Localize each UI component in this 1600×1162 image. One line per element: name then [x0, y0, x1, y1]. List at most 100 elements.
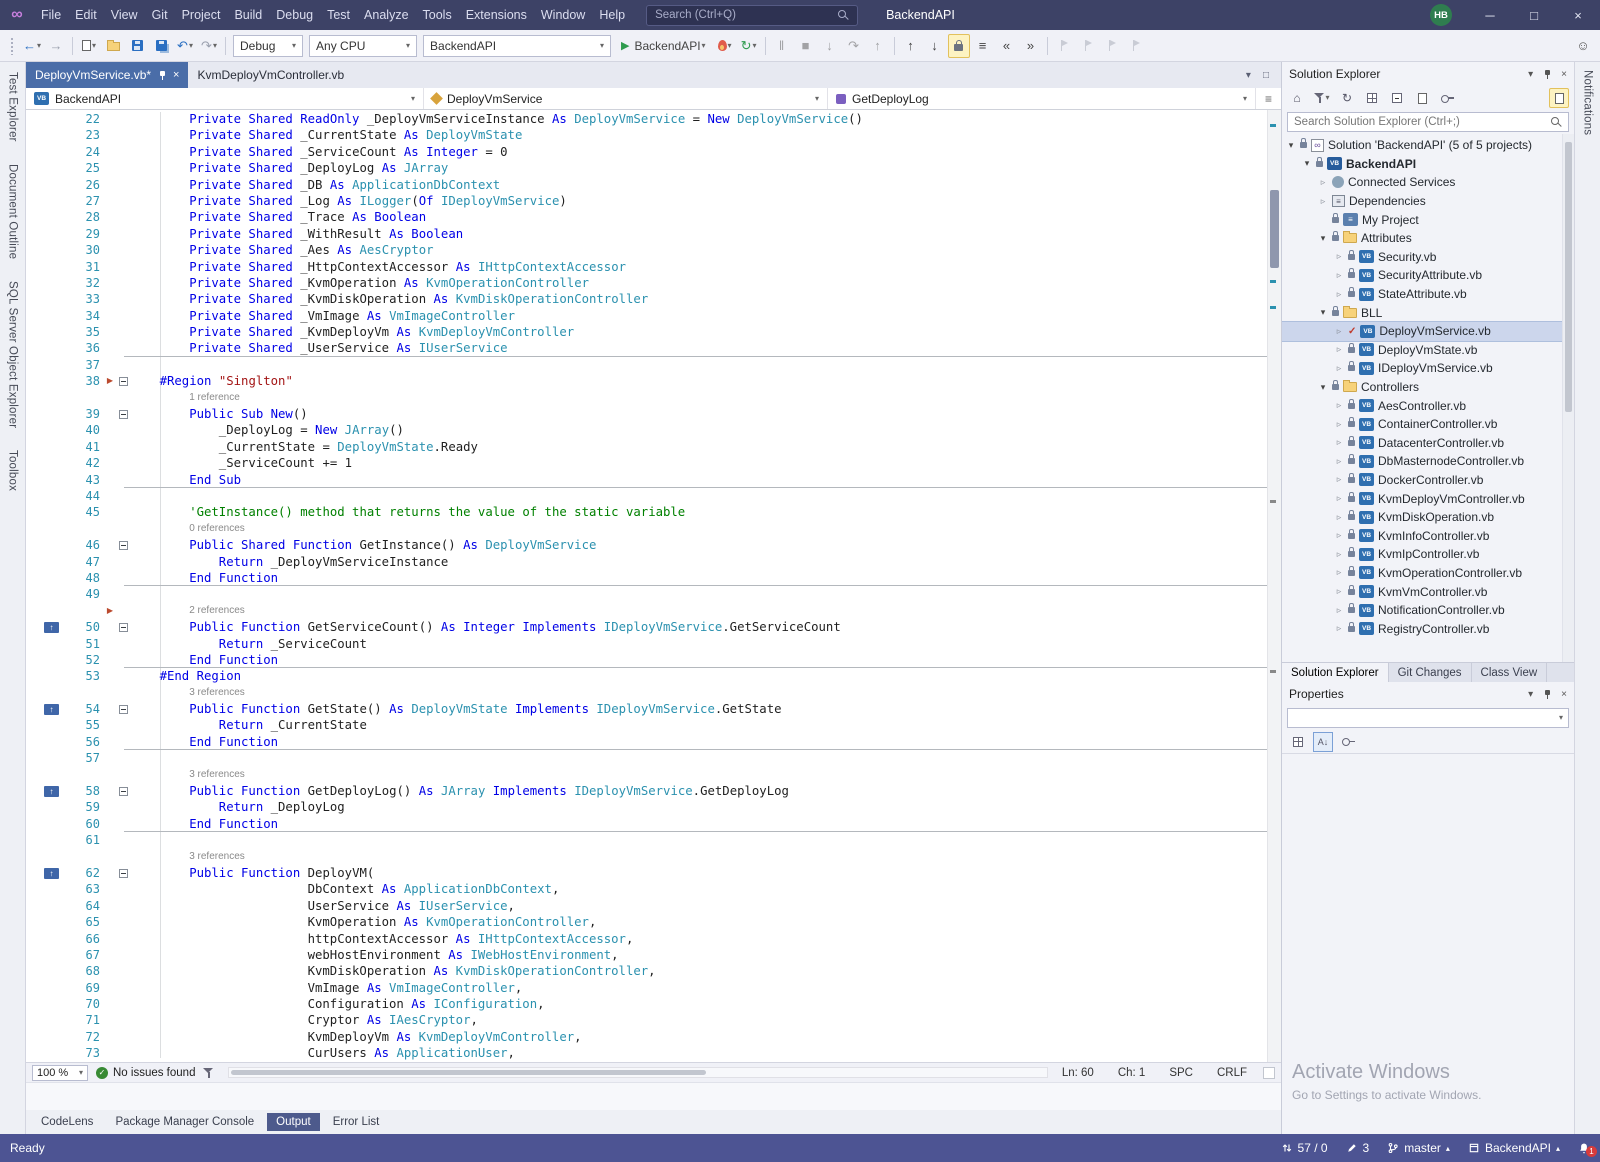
new-file-icon[interactable]: ▾	[78, 34, 100, 58]
codelens-row[interactable]: 0 references	[42, 521, 1267, 537]
pending-changes-filter-icon[interactable]: ▾	[1312, 88, 1332, 108]
collapse-icon[interactable]	[119, 705, 128, 714]
code-line[interactable]: 52End Function	[42, 652, 1267, 668]
code-line[interactable]: 65KvmOperation As KvmOperationController…	[42, 914, 1267, 930]
navigate-backward-icon[interactable]: ←▾	[21, 34, 43, 58]
code-line[interactable]: 73CurUsers As ApplicationUser,	[42, 1045, 1267, 1061]
expander-icon[interactable]: ▹	[1334, 326, 1344, 337]
tree-item-kvmoperationcontroller-vb[interactable]: ▹VBKvmOperationController.vb	[1282, 564, 1574, 583]
menu-help[interactable]: Help	[592, 4, 632, 26]
git-branch[interactable]: master▴	[1387, 1141, 1450, 1155]
start-debugging-button[interactable]: ▶BackendAPI▾	[615, 34, 712, 58]
expander-icon[interactable]: ▹	[1334, 400, 1344, 411]
alphabetical-sort-icon[interactable]: A↓	[1313, 732, 1333, 752]
collapse-icon[interactable]	[119, 410, 128, 419]
line-ending-indicator[interactable]: CRLF	[1217, 1067, 1247, 1079]
codelens-row[interactable]: 1 reference	[42, 390, 1267, 406]
implements-icon[interactable]: ↑	[44, 786, 59, 797]
zoom-dropdown[interactable]: 100 % ▾	[32, 1065, 88, 1081]
redo-icon[interactable]: ↷▾	[198, 34, 220, 58]
code-line[interactable]: 29Private Shared _WithResult As Boolean	[42, 226, 1267, 242]
expander-icon[interactable]: ▹	[1318, 196, 1328, 207]
expander-icon[interactable]: ▹	[1334, 623, 1344, 634]
tree-item-bll[interactable]: ▾BLL	[1282, 303, 1574, 322]
navigate-line-up-icon[interactable]: ↑	[900, 34, 922, 58]
open-file-icon[interactable]	[102, 34, 124, 58]
code-line[interactable]: 34Private Shared _VmImage As VmImageCont…	[42, 308, 1267, 324]
expander-icon[interactable]: ▹	[1334, 251, 1344, 262]
line-indicator[interactable]: Ln: 60	[1062, 1067, 1094, 1079]
scrollbar-thumb[interactable]	[1565, 142, 1572, 412]
menu-edit[interactable]: Edit	[68, 4, 104, 26]
panel-tab-class-view[interactable]: Class View	[1472, 663, 1548, 682]
expander-icon[interactable]: ▹	[1334, 586, 1344, 597]
tree-item-ideployvmservice-vb[interactable]: ▹VBIDeployVmService.vb	[1282, 359, 1574, 378]
menu-project[interactable]: Project	[175, 4, 228, 26]
tree-item-kvminfocontroller-vb[interactable]: ▹VBKvmInfoController.vb	[1282, 526, 1574, 545]
project-dropdown[interactable]: VB BackendAPI ▾	[26, 88, 424, 109]
hot-reload-icon[interactable]: ▾	[714, 34, 736, 58]
codelens-row[interactable]: 3 references	[42, 767, 1267, 783]
collapse-icon[interactable]	[119, 623, 128, 632]
close-icon[interactable]: ×	[1561, 69, 1567, 80]
minimize-button[interactable]: ─	[1468, 0, 1512, 30]
menu-analyze[interactable]: Analyze	[357, 4, 415, 26]
code-line[interactable]: ↑50Public Function GetServiceCount() As …	[42, 619, 1267, 635]
tree-item-stateattribute-vb[interactable]: ▹VBStateAttribute.vb	[1282, 285, 1574, 304]
panel-tab-git-changes[interactable]: Git Changes	[1389, 663, 1472, 682]
horizontal-scrollbar[interactable]	[228, 1067, 1047, 1078]
tree-item-kvmdiskoperation-vb[interactable]: ▹VBKvmDiskOperation.vb	[1282, 508, 1574, 527]
tree-item-registrycontroller-vb[interactable]: ▹VBRegistryController.vb	[1282, 619, 1574, 638]
property-pages-icon[interactable]	[1338, 732, 1358, 752]
expander-icon[interactable]: ▹	[1334, 419, 1344, 430]
implements-icon[interactable]: ↑	[44, 704, 59, 715]
code-line[interactable]: 63DbContext As ApplicationDbContext,	[42, 881, 1267, 897]
scrollbar-thumb[interactable]	[231, 1070, 705, 1075]
code-line[interactable]: 61	[42, 832, 1267, 848]
code-line[interactable]: 64UserService As IUserService,	[42, 898, 1267, 914]
code-line[interactable]: 37	[42, 357, 1267, 373]
keep-unlocked-icon[interactable]	[948, 34, 970, 58]
code-line[interactable]: 45'GetInstance() method that returns the…	[42, 504, 1267, 520]
close-icon[interactable]: ×	[173, 69, 179, 81]
document-health-indicator[interactable]: ✓ No issues found	[96, 1067, 195, 1079]
document-tab-kvmdeployvmcontroller-vb[interactable]: KvmDeployVmController.vb	[188, 62, 353, 88]
save-icon[interactable]	[126, 34, 148, 58]
vertical-scrollbar[interactable]	[1267, 110, 1281, 1062]
tree-item-dependencies[interactable]: ▹≡Dependencies	[1282, 192, 1574, 211]
chevron-down-icon[interactable]: ▾	[1528, 69, 1533, 80]
undo-icon[interactable]: ↶▾	[174, 34, 196, 58]
menu-file[interactable]: File	[34, 4, 68, 26]
code-line[interactable]: 25Private Shared _DeployLog As JArray	[42, 160, 1267, 176]
collapse-icon[interactable]	[119, 377, 128, 386]
close-button[interactable]: ×	[1556, 0, 1600, 30]
menu-debug[interactable]: Debug	[269, 4, 320, 26]
tab-notifications[interactable]: Notifications	[1582, 70, 1594, 135]
expander-icon[interactable]: ▹	[1334, 530, 1344, 541]
split-editor-icon[interactable]: ≡	[1255, 88, 1281, 109]
tree-item-dockercontroller-vb[interactable]: ▹VBDockerController.vb	[1282, 471, 1574, 490]
send-feedback-icon[interactable]: ☺	[1572, 34, 1594, 58]
code-line[interactable]: 30Private Shared _Aes As AesCryptor	[42, 242, 1267, 258]
tree-item-attributes[interactable]: ▾Attributes	[1282, 229, 1574, 248]
refresh-icon[interactable]: ↻	[1337, 88, 1357, 108]
pin-icon[interactable]	[1543, 69, 1551, 80]
close-icon[interactable]: ×	[1561, 689, 1567, 700]
code-text-area[interactable]: 22Private Shared ReadOnly _DeployVmServi…	[26, 110, 1267, 1062]
filter-icon[interactable]	[203, 1068, 214, 1078]
code-line[interactable]: 26Private Shared _DB As ApplicationDbCon…	[42, 177, 1267, 193]
expander-icon[interactable]: ▹	[1334, 344, 1344, 355]
code-line[interactable]: 43End Sub	[42, 472, 1267, 488]
code-line[interactable]: 32Private Shared _KvmOperation As KvmOpe…	[42, 275, 1267, 291]
code-line[interactable]: 42_ServiceCount += 1	[42, 455, 1267, 471]
tab-toolbox[interactable]: Toolbox	[7, 450, 19, 491]
navigate-line-down-icon[interactable]: ↓	[924, 34, 946, 58]
tree-item-notificationcontroller-vb[interactable]: ▹VBNotificationController.vb	[1282, 601, 1574, 620]
code-line[interactable]: 67webHostEnvironment As IWebHostEnvironm…	[42, 947, 1267, 963]
expander-icon[interactable]: ▾	[1302, 158, 1312, 169]
codelens-row[interactable]: 3 references	[42, 849, 1267, 865]
code-line[interactable]: 38▶#Region "Singlton"	[42, 373, 1267, 389]
startup-project-dropdown[interactable]: BackendAPI▾	[423, 35, 611, 57]
expander-icon[interactable]: ▹	[1334, 474, 1344, 485]
expander-icon[interactable]: ▹	[1334, 549, 1344, 560]
